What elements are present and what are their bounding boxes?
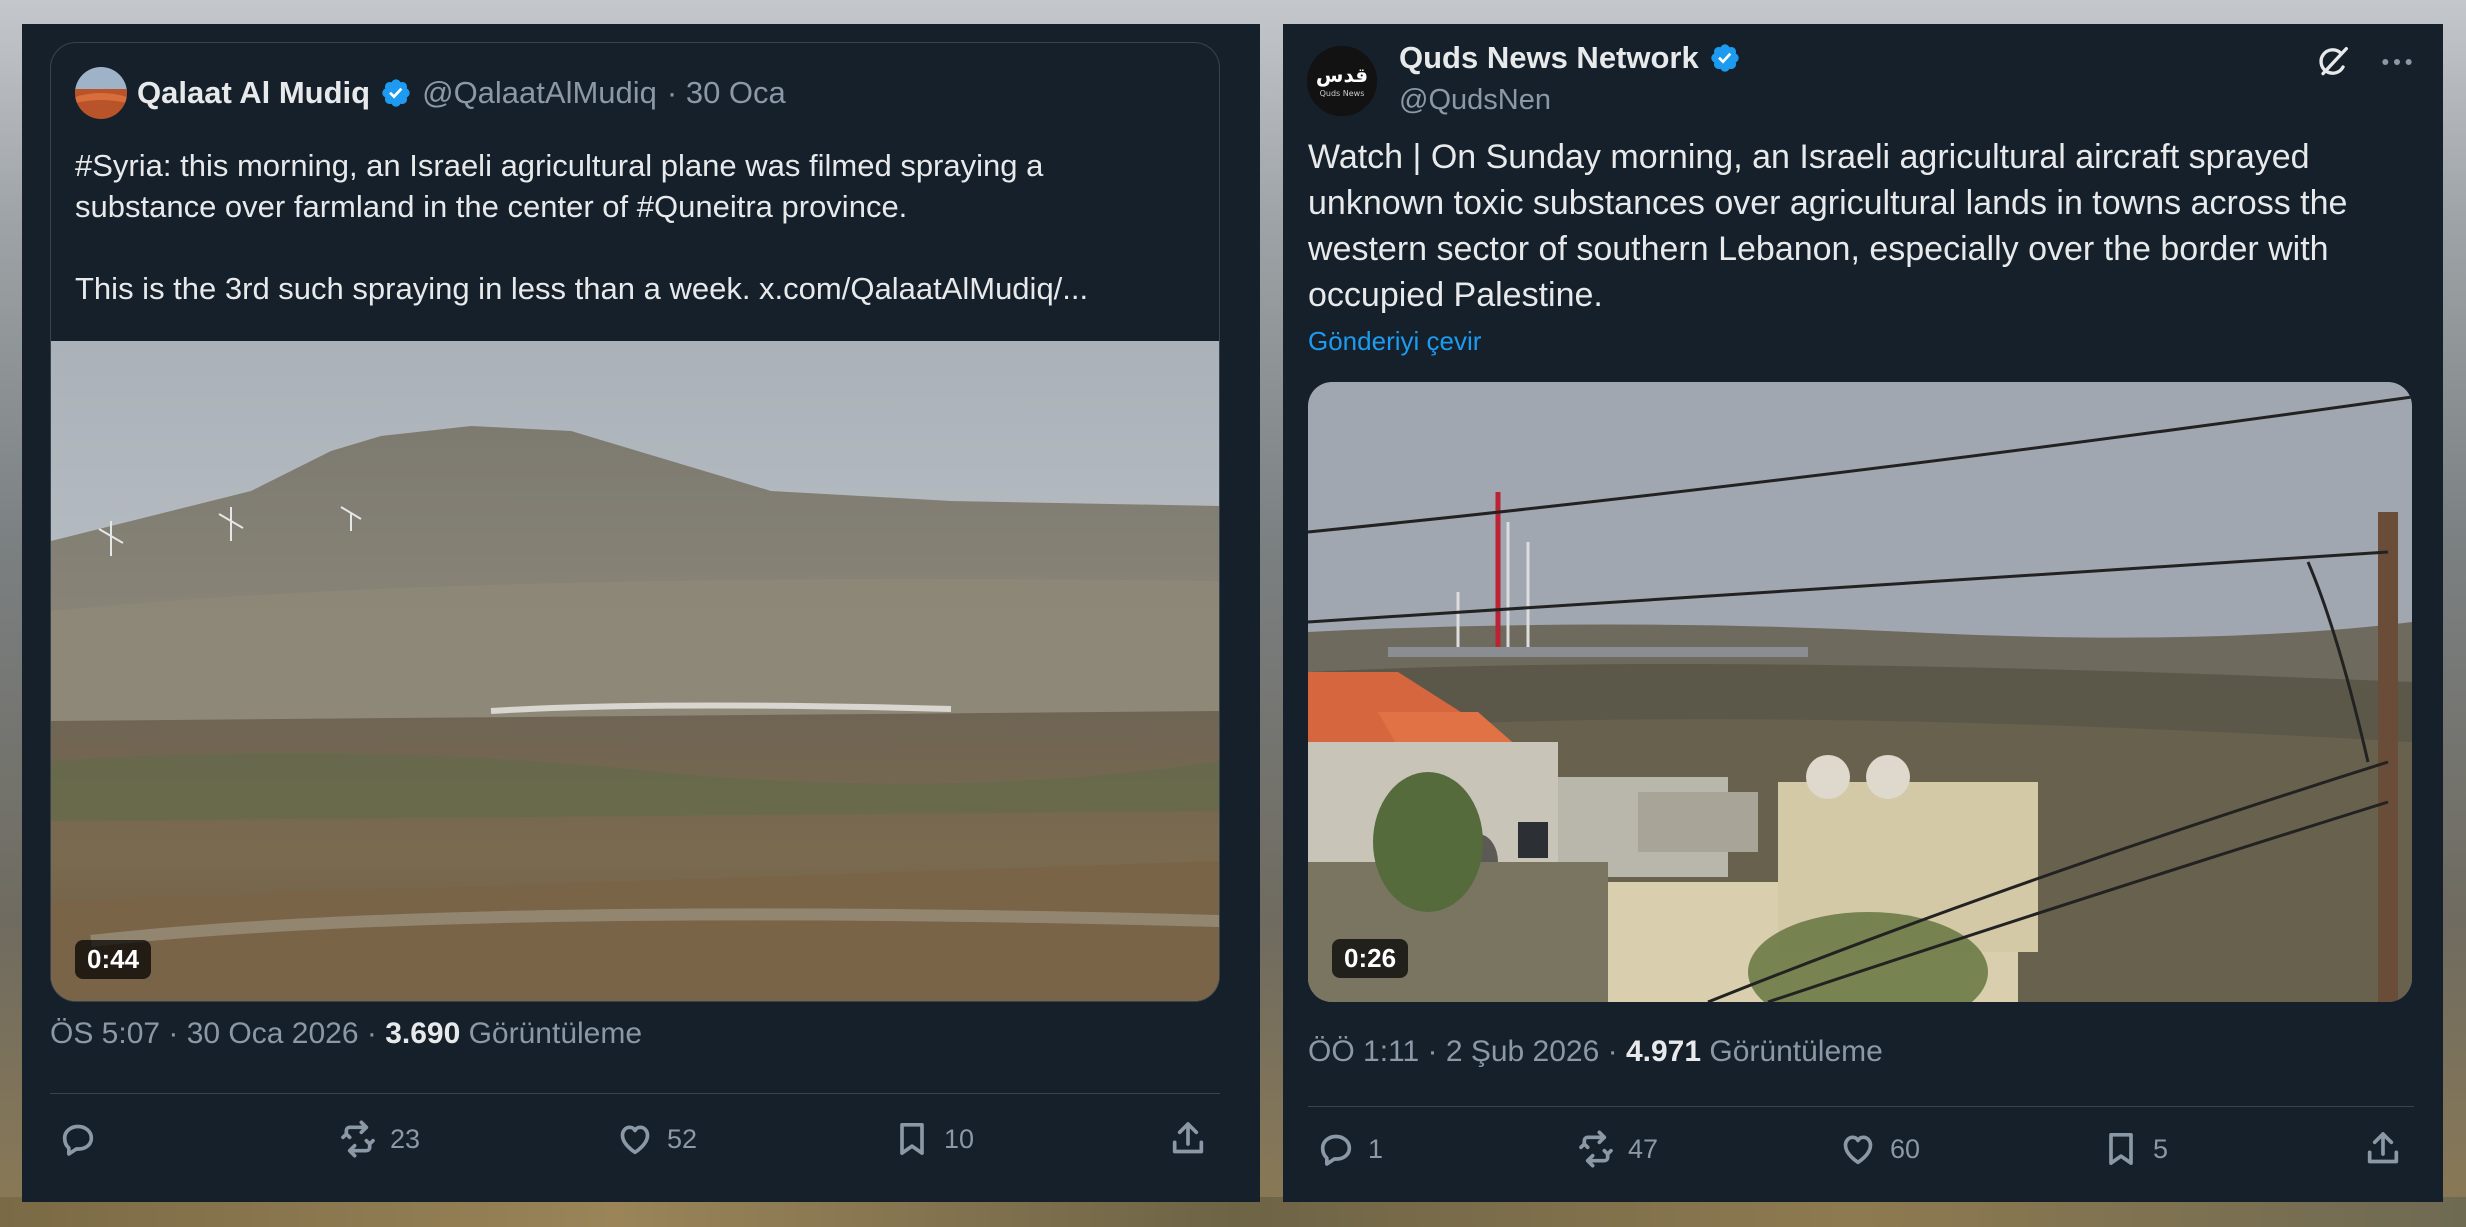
like-button[interactable]: 52 xyxy=(615,1119,892,1159)
bookmark-count: 5 xyxy=(2153,1133,2169,1164)
bookmark-button[interactable]: 5 xyxy=(2101,1129,2363,1169)
tweet-text-line: substance over farmland in the center of… xyxy=(75,189,908,224)
avatar-logo-subtext: Quds News xyxy=(1320,89,1365,98)
verified-badge-icon xyxy=(1711,44,1739,72)
tweet-text-line: This is the 3rd such spraying in less th… xyxy=(75,271,1089,306)
reply-icon xyxy=(1320,1134,1352,1166)
tweet-header: قدس Quds News Quds News Network @QudsNen xyxy=(1307,32,2417,124)
action-bar: 23 52 10 xyxy=(58,1119,1228,1159)
avatar[interactable] xyxy=(75,67,127,119)
tweet-text-line: western sector of southern Lebanon, espe… xyxy=(1308,230,2329,268)
like-count: 52 xyxy=(667,1123,698,1154)
header-actions xyxy=(2313,42,2417,82)
tweet-metadata: ÖÖ 1:11 · 2 Şub 2026 · 4.971 Görüntüleme xyxy=(1308,1035,1883,1069)
tweet-header: Qalaat Al Mudiq @QalaatAlMudiq · 30 Oca xyxy=(75,67,786,119)
divider xyxy=(50,1093,1220,1094)
reply-icon xyxy=(62,1124,94,1156)
divider xyxy=(1308,1106,2414,1107)
views-count: 4.971 xyxy=(1625,1035,1702,1068)
quoted-tweet-card[interactable]: Qalaat Al Mudiq @QalaatAlMudiq · 30 Oca … xyxy=(50,42,1220,1002)
tweet-text-line: unknown toxic substances over agricultur… xyxy=(1308,184,2348,222)
tweet-timestamp[interactable]: ÖS 5:07 · 30 Oca 2026 · xyxy=(50,1017,385,1050)
views-label: Görüntüleme xyxy=(1701,1035,1883,1068)
bookmark-count: 10 xyxy=(944,1123,975,1154)
repost-button[interactable]: 47 xyxy=(1576,1129,1838,1169)
views-label: Görüntüleme xyxy=(460,1017,643,1050)
reply-button[interactable] xyxy=(58,1119,338,1159)
author-handle[interactable]: @QalaatAlMudiq xyxy=(422,75,657,111)
author-name-row: Quds News Network xyxy=(1399,40,1741,76)
reply-count: 1 xyxy=(1368,1133,1384,1164)
tweet-right: قدس Quds News Quds News Network @QudsNen xyxy=(1283,24,2443,1202)
tweet-metadata: ÖS 5:07 · 30 Oca 2026 · 3.690 Görüntülem… xyxy=(50,1017,642,1051)
tweet-date[interactable]: · 30 Oca xyxy=(667,75,786,111)
repost-icon xyxy=(1579,1130,1613,1168)
grok-icon[interactable] xyxy=(2313,42,2353,82)
action-bar: 1 47 60 5 xyxy=(1316,1129,2422,1169)
repost-button[interactable]: 23 xyxy=(338,1119,615,1159)
author-name[interactable]: Qalaat Al Mudiq xyxy=(137,75,370,111)
tweet-text-line: #Syria: this morning, an Israeli agricul… xyxy=(75,148,1044,183)
video-thumbnail-village xyxy=(1308,382,2412,1002)
like-count: 60 xyxy=(1890,1133,1921,1164)
translate-post-link[interactable]: Gönderiyi çevir xyxy=(1308,326,1481,357)
bookmark-icon xyxy=(900,1123,924,1155)
avatar-logo-text: قدس xyxy=(1316,63,1368,87)
verified-badge-icon xyxy=(382,79,410,107)
video-player[interactable]: 0:44 xyxy=(51,341,1219,1001)
author-handle[interactable]: @QudsNen xyxy=(1399,84,1551,117)
repost-icon xyxy=(341,1120,375,1158)
like-icon xyxy=(620,1125,650,1155)
tweet-text-line: occupied Palestine. xyxy=(1308,276,1603,314)
reply-button[interactable]: 1 xyxy=(1316,1129,1576,1169)
tweet-text-line: Watch | On Sunday morning, an Israeli ag… xyxy=(1308,138,2310,176)
share-icon xyxy=(2367,1132,2399,1164)
share-icon xyxy=(1172,1122,1204,1154)
tweet-text: Watch | On Sunday morning, an Israeli ag… xyxy=(1308,134,2418,318)
avatar[interactable]: قدس Quds News xyxy=(1307,46,1377,116)
video-duration: 0:26 xyxy=(1332,939,1409,978)
video-player[interactable]: 0:26 xyxy=(1308,382,2412,1002)
like-button[interactable]: 60 xyxy=(1838,1129,2101,1169)
bookmark-icon xyxy=(2109,1133,2133,1165)
share-button[interactable] xyxy=(1168,1119,1208,1159)
tweet-left: Qalaat Al Mudiq @QalaatAlMudiq · 30 Oca … xyxy=(22,24,1260,1202)
like-icon xyxy=(1843,1135,1873,1165)
share-button[interactable] xyxy=(2363,1129,2403,1169)
author-name[interactable]: Quds News Network xyxy=(1399,40,1699,76)
more-icon[interactable] xyxy=(2377,42,2417,82)
video-thumbnail-hillside xyxy=(51,341,1219,1001)
views-count: 3.690 xyxy=(385,1017,461,1050)
bookmark-button[interactable]: 10 xyxy=(892,1119,1168,1159)
tweet-text: #Syria: this morning, an Israeli agricul… xyxy=(75,145,1195,309)
tweet-timestamp[interactable]: ÖÖ 1:11 · 2 Şub 2026 · xyxy=(1308,1035,1626,1068)
video-duration: 0:44 xyxy=(75,940,152,979)
repost-count: 47 xyxy=(1628,1133,1659,1164)
repost-count: 23 xyxy=(390,1123,421,1154)
